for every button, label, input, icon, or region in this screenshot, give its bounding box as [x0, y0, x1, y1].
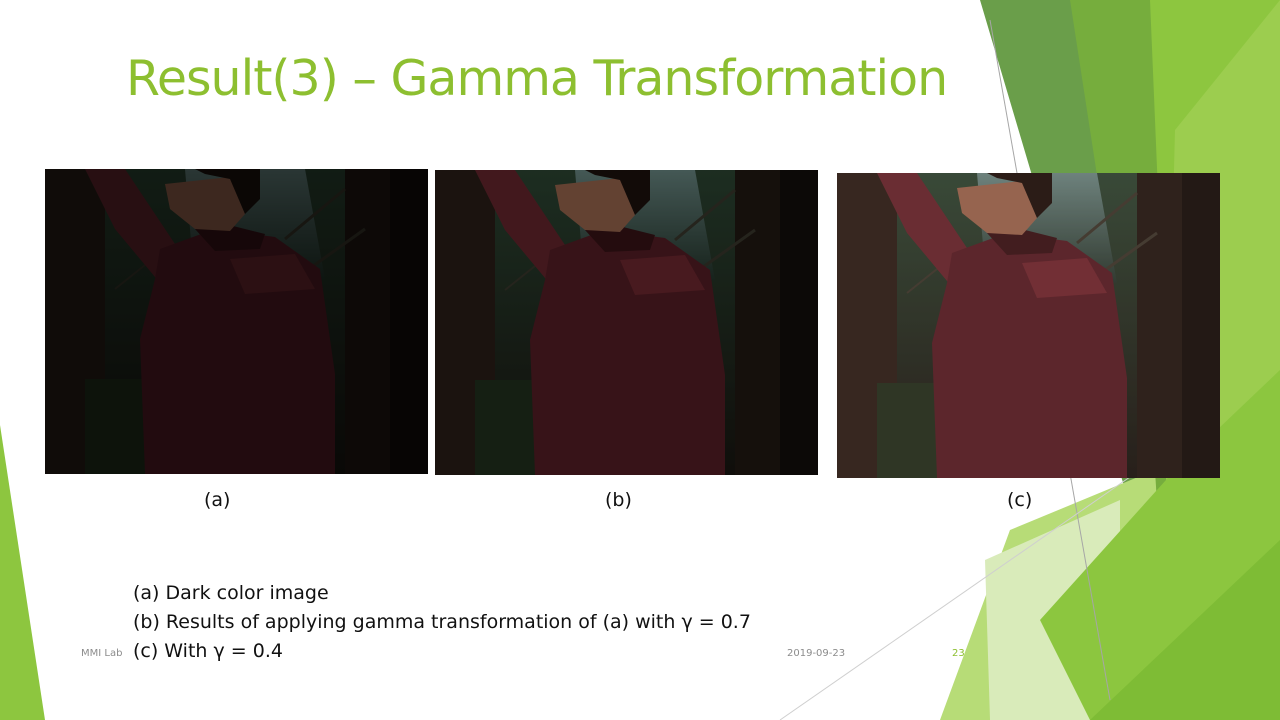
facet-light-green — [940, 470, 1170, 720]
photo-dark-original — [45, 169, 428, 474]
facet-left-edge — [0, 425, 45, 720]
description-list: (a) Dark color image (b) Results of appl… — [133, 579, 751, 666]
footer-page-number: 23 — [952, 648, 965, 659]
photo-gamma-0-4 — [837, 173, 1220, 478]
footer-lab-name: MMI Lab — [81, 648, 123, 659]
photo-gamma-0-7 — [435, 170, 818, 475]
caption-c: (c) — [1007, 489, 1033, 511]
caption-b: (b) — [605, 489, 632, 511]
description-item-c: (c) With γ = 0.4 — [133, 640, 283, 662]
footer-date: 2019-09-23 — [787, 648, 846, 659]
slide-title: Result(3) – Gamma Transformation — [126, 50, 948, 107]
facet-bottom-corner — [1090, 540, 1280, 720]
description-item-b: (b) Results of applying gamma transforma… — [133, 611, 751, 633]
facet-pale-green — [985, 500, 1120, 720]
facet-line-2 — [779, 469, 1141, 720]
description-item-a: (a) Dark color image — [133, 582, 329, 604]
caption-a: (a) — [204, 489, 231, 511]
